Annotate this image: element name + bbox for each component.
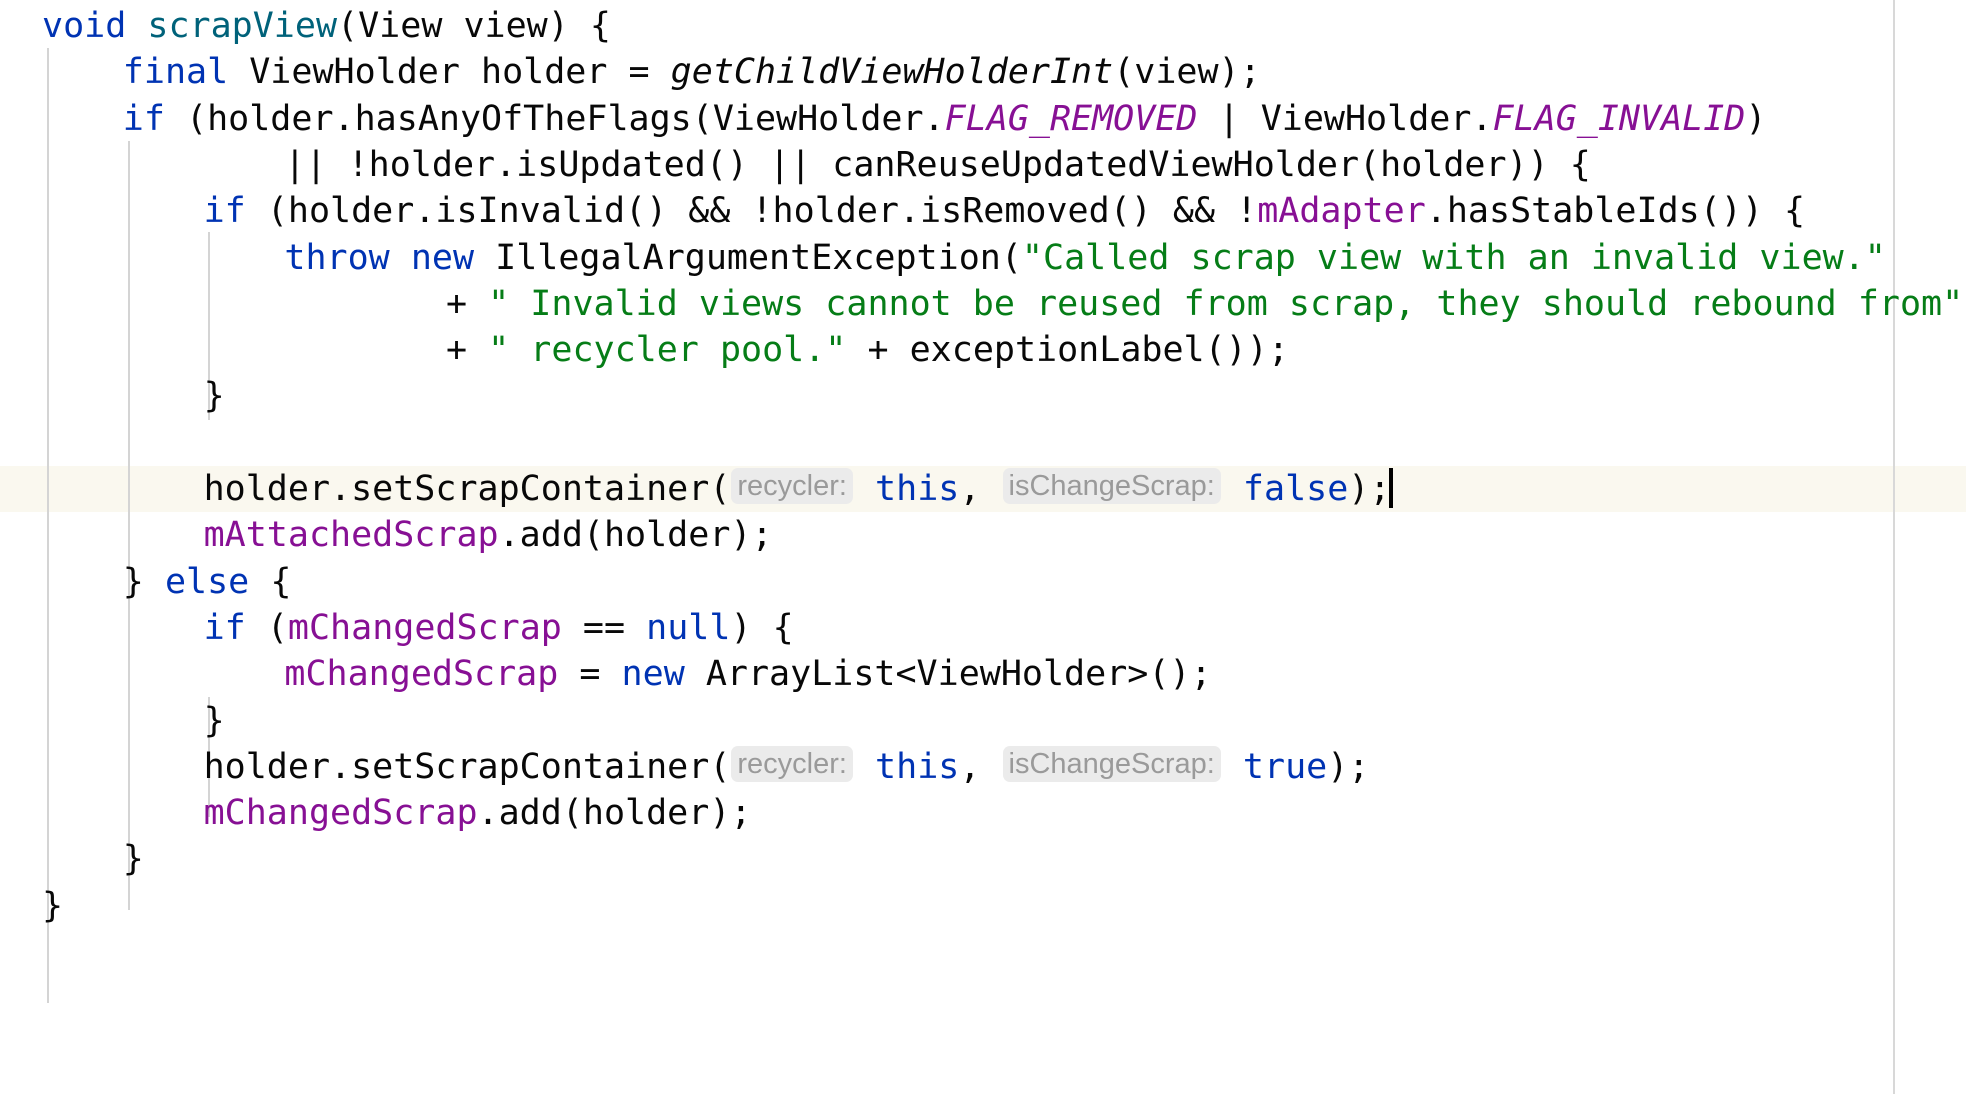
code-token-plain: holder.setScrapContainer( <box>203 469 731 509</box>
code-token-plain: .hasStableIds()) { <box>1425 191 1806 232</box>
code-token-plain: == <box>561 607 647 648</box>
code-token-kw: final <box>122 52 229 93</box>
code-token-plain: (holder.hasAnyOfTheFlags(ViewHolder. <box>164 98 945 139</box>
code-token-sfield: FLAG_REMOVED <box>944 98 1198 139</box>
code-token-kw: if <box>203 191 246 232</box>
inlay-parameter-hint[interactable]: recycler: <box>731 745 853 782</box>
code-token-kw: if <box>203 607 246 648</box>
code-line[interactable]: holder.setScrapContainer(recycler: this,… <box>0 466 1966 512</box>
inlay-parameter-hint[interactable]: isChangeScrap: <box>1002 745 1221 782</box>
code-line[interactable]: + " Invalid views cannot be reused from … <box>0 281 1966 327</box>
code-token-plain: ) <box>1745 98 1767 139</box>
code-token-kw: if <box>122 98 165 139</box>
code-token-plain: ) { <box>730 607 794 648</box>
code-token-field: mChangedScrap <box>284 654 559 695</box>
code-token-field: mChangedScrap <box>203 793 478 834</box>
code-token-kw: void <box>42 6 127 46</box>
inlay-parameter-hint[interactable]: isChangeScrap: <box>1002 468 1221 504</box>
code-token-method: scrapView <box>147 6 338 46</box>
code-token-plain: } <box>122 561 165 602</box>
code-line[interactable]: } <box>0 836 1966 882</box>
code-token-plain: || !holder.isUpdated() || canReuseUpdate… <box>284 144 1591 185</box>
code-token-str: " recycler pool." <box>488 330 847 371</box>
code-line[interactable]: holder.setScrapContainer(recycler: this,… <box>0 744 1966 790</box>
code-token-kw: null <box>646 607 731 648</box>
code-editor[interactable]: void scrapView(View view) {final ViewHol… <box>0 0 1966 1094</box>
code-line[interactable]: if (holder.isInvalid() && !holder.isRemo… <box>0 188 1966 234</box>
code-token-plain: | ViewHolder. <box>1197 98 1493 139</box>
code-token-kw: throw <box>284 237 390 278</box>
code-token-plain: .add(holder); <box>498 515 773 556</box>
code-token-plain: ArrayList<ViewHolder>(); <box>684 654 1212 695</box>
inlay-parameter-hint[interactable]: recycler: <box>731 468 853 504</box>
code-token-kw: this <box>875 746 960 787</box>
code-line[interactable]: || !holder.isUpdated() || canReuseUpdate… <box>0 142 1966 188</box>
code-token-field: mAdapter <box>1257 191 1426 232</box>
code-token-plain: (view); <box>1113 52 1261 93</box>
code-token-plain: , <box>959 469 1002 509</box>
code-token-kw: else <box>164 561 250 602</box>
code-token-plain: ( <box>245 607 288 648</box>
code-token-plain: } <box>122 839 144 880</box>
code-token-plain: holder.setScrapContainer( <box>203 746 731 787</box>
code-text-area[interactable]: void scrapView(View view) {final ViewHol… <box>0 0 1966 1094</box>
code-line[interactable]: + " recycler pool." + exceptionLabel()); <box>0 327 1966 373</box>
code-token-field: mAttachedScrap <box>203 515 499 556</box>
code-line[interactable]: } <box>0 883 1966 929</box>
code-token-plain: ViewHolder holder = <box>228 52 671 93</box>
code-token-plain: IllegalArgumentException( <box>474 237 1022 278</box>
code-line[interactable] <box>0 420 1966 466</box>
code-token-plain: .add(holder); <box>477 793 752 834</box>
code-token-plain: + <box>446 330 489 371</box>
code-line[interactable]: if (mChangedScrap == null) { <box>0 605 1966 651</box>
code-token-plain: = <box>558 654 622 695</box>
code-token-sfield: FLAG_INVALID <box>1492 98 1746 139</box>
code-line[interactable]: mAttachedScrap.add(holder); <box>0 512 1966 558</box>
code-line[interactable]: } else { <box>0 559 1966 605</box>
code-line[interactable]: if (holder.hasAnyOfTheFlags(ViewHolder.F… <box>0 96 1966 142</box>
code-token-kw: false <box>1242 469 1349 509</box>
code-line[interactable]: } <box>0 373 1966 419</box>
code-token-str: "Called scrap view with an invalid view.… <box>1021 237 1886 278</box>
code-line[interactable]: throw new IllegalArgumentException("Call… <box>0 235 1966 281</box>
code-token-kw: new <box>410 237 475 278</box>
code-token-plain: ); <box>1327 746 1370 787</box>
text-caret <box>1389 468 1394 508</box>
code-token-str: " Invalid views cannot be reused from sc… <box>488 283 1964 324</box>
code-line[interactable]: final ViewHolder holder = getChildViewHo… <box>0 49 1966 95</box>
code-token-plain: + <box>446 283 489 324</box>
code-token-plain: } <box>203 700 225 741</box>
code-line[interactable]: } <box>0 698 1966 744</box>
code-token-plain: ); <box>1348 469 1391 509</box>
code-line[interactable]: mChangedScrap = new ArrayList<ViewHolder… <box>0 651 1966 697</box>
code-token-plain: (holder.isInvalid() && !holder.isRemoved… <box>245 191 1258 232</box>
code-token-plain: { <box>249 561 292 602</box>
code-token-smethod: getChildViewHolderInt <box>670 52 1114 93</box>
code-token-kw: this <box>875 469 960 509</box>
code-token-plain: } <box>42 885 64 926</box>
code-token-plain: , <box>959 746 1002 787</box>
code-token-plain: + exceptionLabel()); <box>846 330 1289 371</box>
code-token-kw: new <box>621 654 685 695</box>
code-token-field: mChangedScrap <box>287 607 562 648</box>
code-line[interactable]: mChangedScrap.add(holder); <box>0 790 1966 836</box>
code-token-plain: (View view) { <box>337 6 611 46</box>
code-line[interactable]: void scrapView(View view) { <box>0 3 1966 49</box>
code-token-plain: } <box>203 376 225 417</box>
code-token-kw: true <box>1242 746 1328 787</box>
